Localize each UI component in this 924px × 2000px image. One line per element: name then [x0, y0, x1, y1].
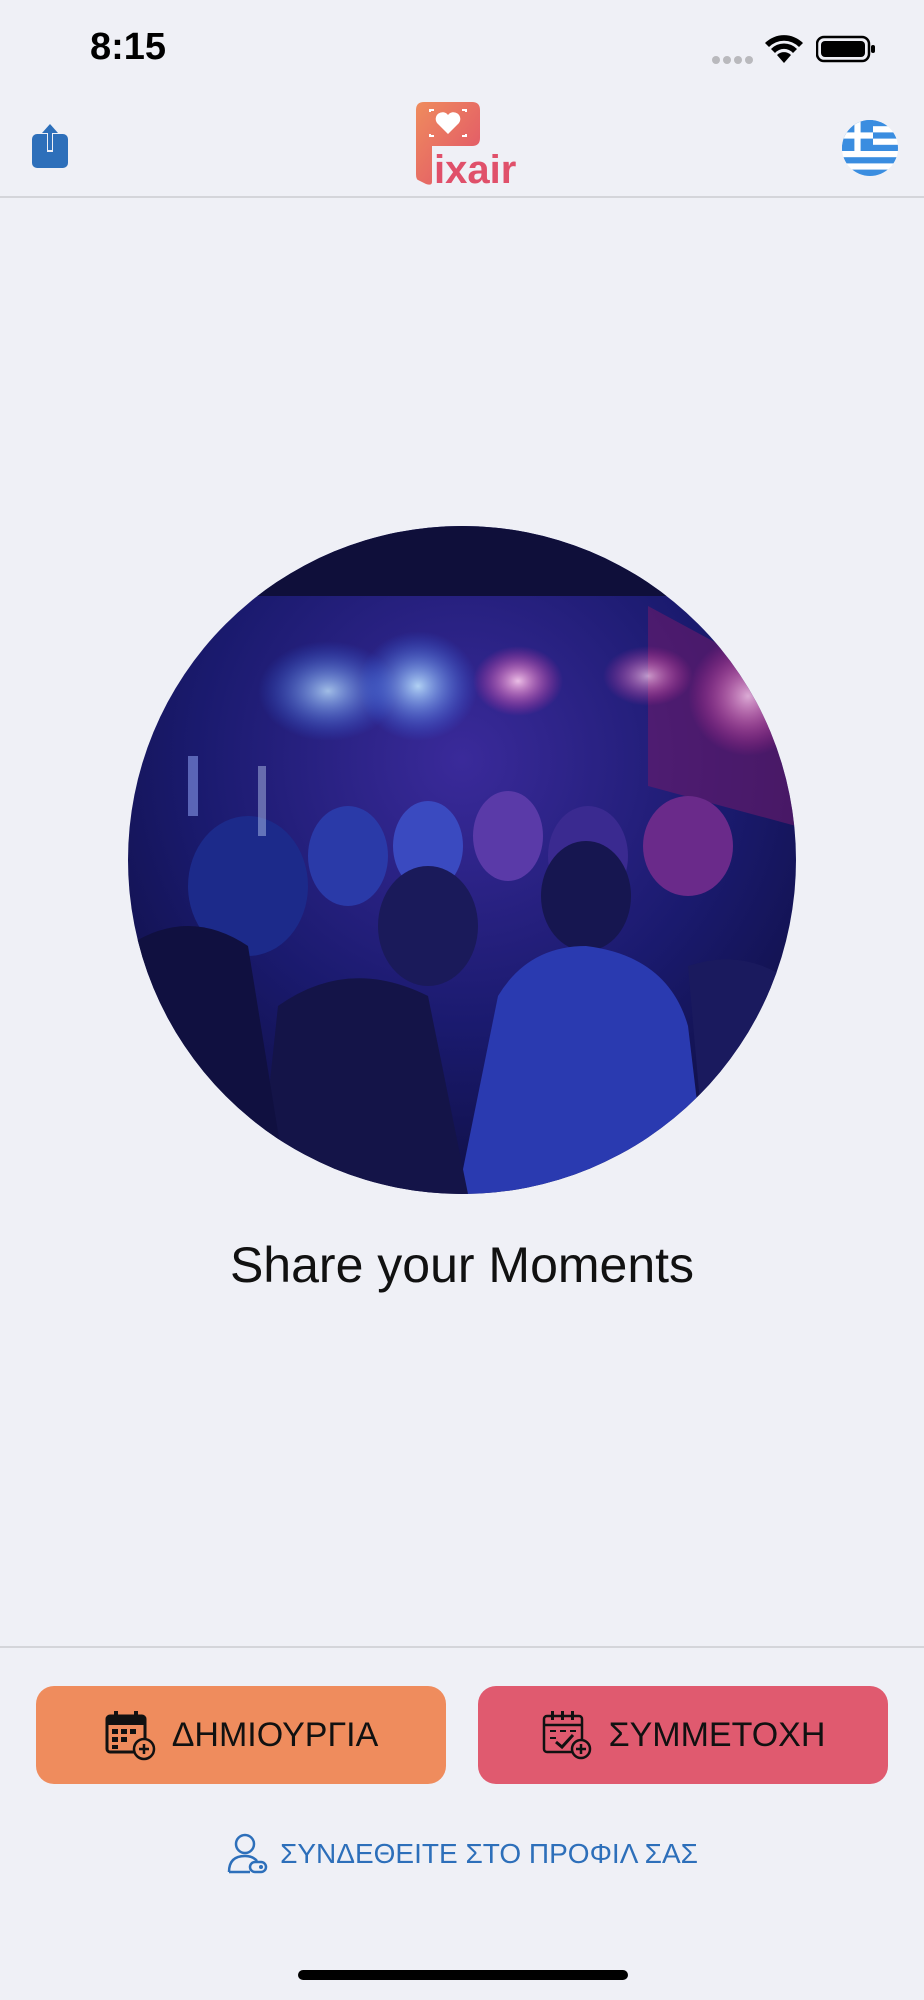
share-icon[interactable]: [30, 120, 70, 170]
login-profile-label: ΣΥΝΔΕΘΕΙΤΕ ΣΤΟ ΠΡΟΦΙΛ ΣΑΣ: [280, 1838, 698, 1869]
user-login-icon: [227, 1833, 268, 1874]
calendar-add-icon: [105, 1711, 155, 1761]
logo-text: ixair: [434, 148, 517, 192]
battery-icon: [816, 35, 875, 63]
tagline: Share your Moments: [229, 1237, 695, 1293]
cellular-signal-icon: [712, 56, 754, 64]
status-time: 8:15: [90, 26, 167, 68]
wifi-icon: [765, 35, 803, 63]
hero-image: [128, 526, 796, 1194]
create-event-label: ΔΗΜΙΟΥΡΓΙΑ: [171, 1715, 379, 1754]
home-indicator[interactable]: [298, 1970, 628, 1980]
divider: [0, 1646, 924, 1648]
greek-flag-icon[interactable]: [842, 120, 898, 176]
join-event-button[interactable]: ΣΥΜΜΕΤΟΧΗ: [478, 1686, 888, 1784]
calendar-check-icon: [542, 1711, 591, 1760]
create-event-button[interactable]: ΔΗΜΙΟΥΡΓΙΑ: [36, 1686, 446, 1784]
login-profile-link[interactable]: ΣΥΝΔΕΘΕΙΤΕ ΣΤΟ ΠΡΟΦΙΛ ΣΑΣ: [0, 1832, 924, 1876]
nav-bar: ixair: [0, 100, 924, 198]
join-event-label: ΣΥΜΜΕΤΟΧΗ: [608, 1715, 826, 1754]
status-bar: 8:15: [0, 0, 924, 100]
